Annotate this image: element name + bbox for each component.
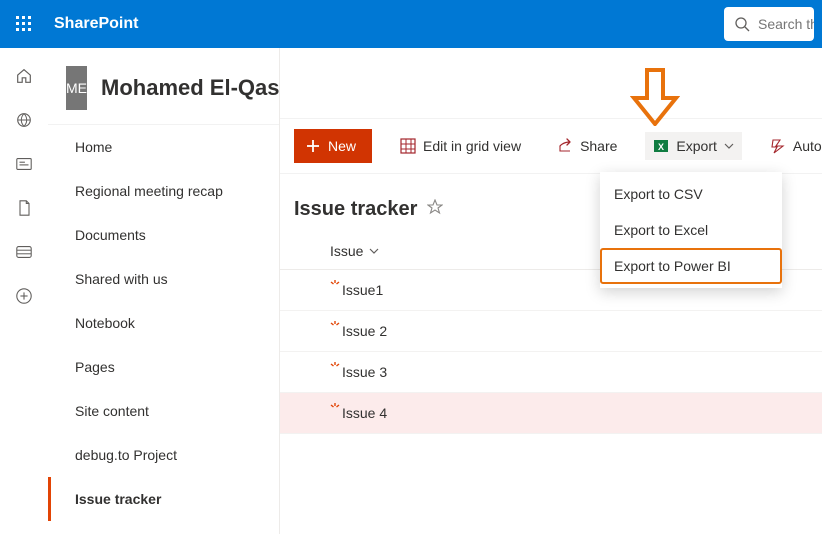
edit-grid-label: Edit in grid view	[423, 138, 521, 154]
search-box[interactable]	[724, 7, 814, 41]
edit-grid-button[interactable]: Edit in grid view	[392, 132, 529, 160]
row-title: Issue 2	[342, 323, 387, 339]
chevron-down-icon	[369, 246, 379, 256]
lists-icon[interactable]	[14, 242, 34, 262]
list-row[interactable]: Issue 2	[280, 311, 822, 352]
global-icon[interactable]	[14, 110, 34, 130]
list-title: Issue tracker	[294, 198, 417, 221]
excel-icon: X	[653, 138, 669, 154]
new-indicator-icon	[330, 321, 340, 334]
share-icon	[557, 138, 573, 154]
export-menu-item[interactable]: Export to Excel	[600, 212, 782, 248]
site-logo[interactable]: ME	[66, 66, 87, 110]
row-title: Issue 4	[342, 405, 387, 421]
chevron-down-icon	[724, 141, 734, 151]
share-button[interactable]: Share	[549, 132, 625, 160]
callout-arrow	[630, 68, 680, 126]
nav-item[interactable]: Home	[48, 125, 279, 169]
files-icon[interactable]	[14, 198, 34, 218]
nav-item[interactable]: Shared with us	[48, 257, 279, 301]
command-bar: New Edit in grid view Share X Export Aut…	[280, 118, 822, 174]
new-indicator-icon	[330, 403, 340, 416]
list-row[interactable]: Issue 4	[280, 393, 822, 434]
suite-header: SharePoint	[0, 0, 822, 48]
search-icon	[734, 16, 750, 32]
home-icon[interactable]	[14, 66, 34, 86]
new-button-label: New	[328, 138, 356, 154]
create-icon[interactable]	[14, 286, 34, 306]
site-header: ME Mohamed El-Qassas	[48, 48, 279, 118]
news-icon[interactable]	[14, 154, 34, 174]
share-label: Share	[580, 138, 617, 154]
svg-text:X: X	[658, 142, 664, 152]
quick-launch-nav: HomeRegional meeting recapDocumentsShare…	[48, 124, 279, 521]
nav-item[interactable]: Pages	[48, 345, 279, 389]
export-menu: Export to CSVExport to ExcelExport to Po…	[600, 172, 782, 288]
export-button[interactable]: X Export	[645, 132, 741, 160]
list-row[interactable]: Issue 3	[280, 352, 822, 393]
new-indicator-icon	[330, 362, 340, 375]
star-outline-icon	[427, 199, 443, 215]
site-title[interactable]: Mohamed El-Qassas	[101, 75, 280, 101]
grid-icon	[400, 138, 416, 154]
new-button[interactable]: New	[294, 129, 372, 163]
automate-label: Automat	[793, 138, 822, 154]
list-rows: Issue1 Issue 2 Issue 3 Issue 4	[280, 270, 822, 434]
nav-item[interactable]: Site content	[48, 389, 279, 433]
flow-icon	[770, 138, 786, 154]
site-nav-panel: ME Mohamed El-Qassas HomeRegional meetin…	[48, 48, 280, 534]
export-menu-item[interactable]: Export to Power BI	[600, 248, 782, 284]
plus-icon	[306, 139, 320, 153]
export-menu-item[interactable]: Export to CSV	[600, 176, 782, 212]
nav-item[interactable]: Issue tracker	[48, 477, 279, 521]
main-content: New Edit in grid view Share X Export Aut…	[280, 48, 822, 534]
search-input[interactable]	[756, 15, 814, 33]
favorite-toggle[interactable]	[427, 199, 443, 220]
column-header-label: Issue	[330, 243, 363, 259]
new-indicator-icon	[330, 280, 340, 293]
row-title: Issue 3	[342, 364, 387, 380]
column-header-issue[interactable]: Issue	[330, 243, 379, 259]
nav-item[interactable]: Documents	[48, 213, 279, 257]
app-bar	[0, 48, 48, 534]
nav-item[interactable]: Notebook	[48, 301, 279, 345]
automate-button[interactable]: Automat	[762, 132, 822, 160]
app-launcher[interactable]	[8, 8, 40, 40]
waffle-icon	[16, 16, 32, 32]
nav-item[interactable]: debug.to Project	[48, 433, 279, 477]
export-label: Export	[676, 138, 716, 154]
brand-label[interactable]: SharePoint	[54, 15, 138, 33]
row-title: Issue1	[342, 282, 383, 298]
nav-item[interactable]: Regional meeting recap	[48, 169, 279, 213]
